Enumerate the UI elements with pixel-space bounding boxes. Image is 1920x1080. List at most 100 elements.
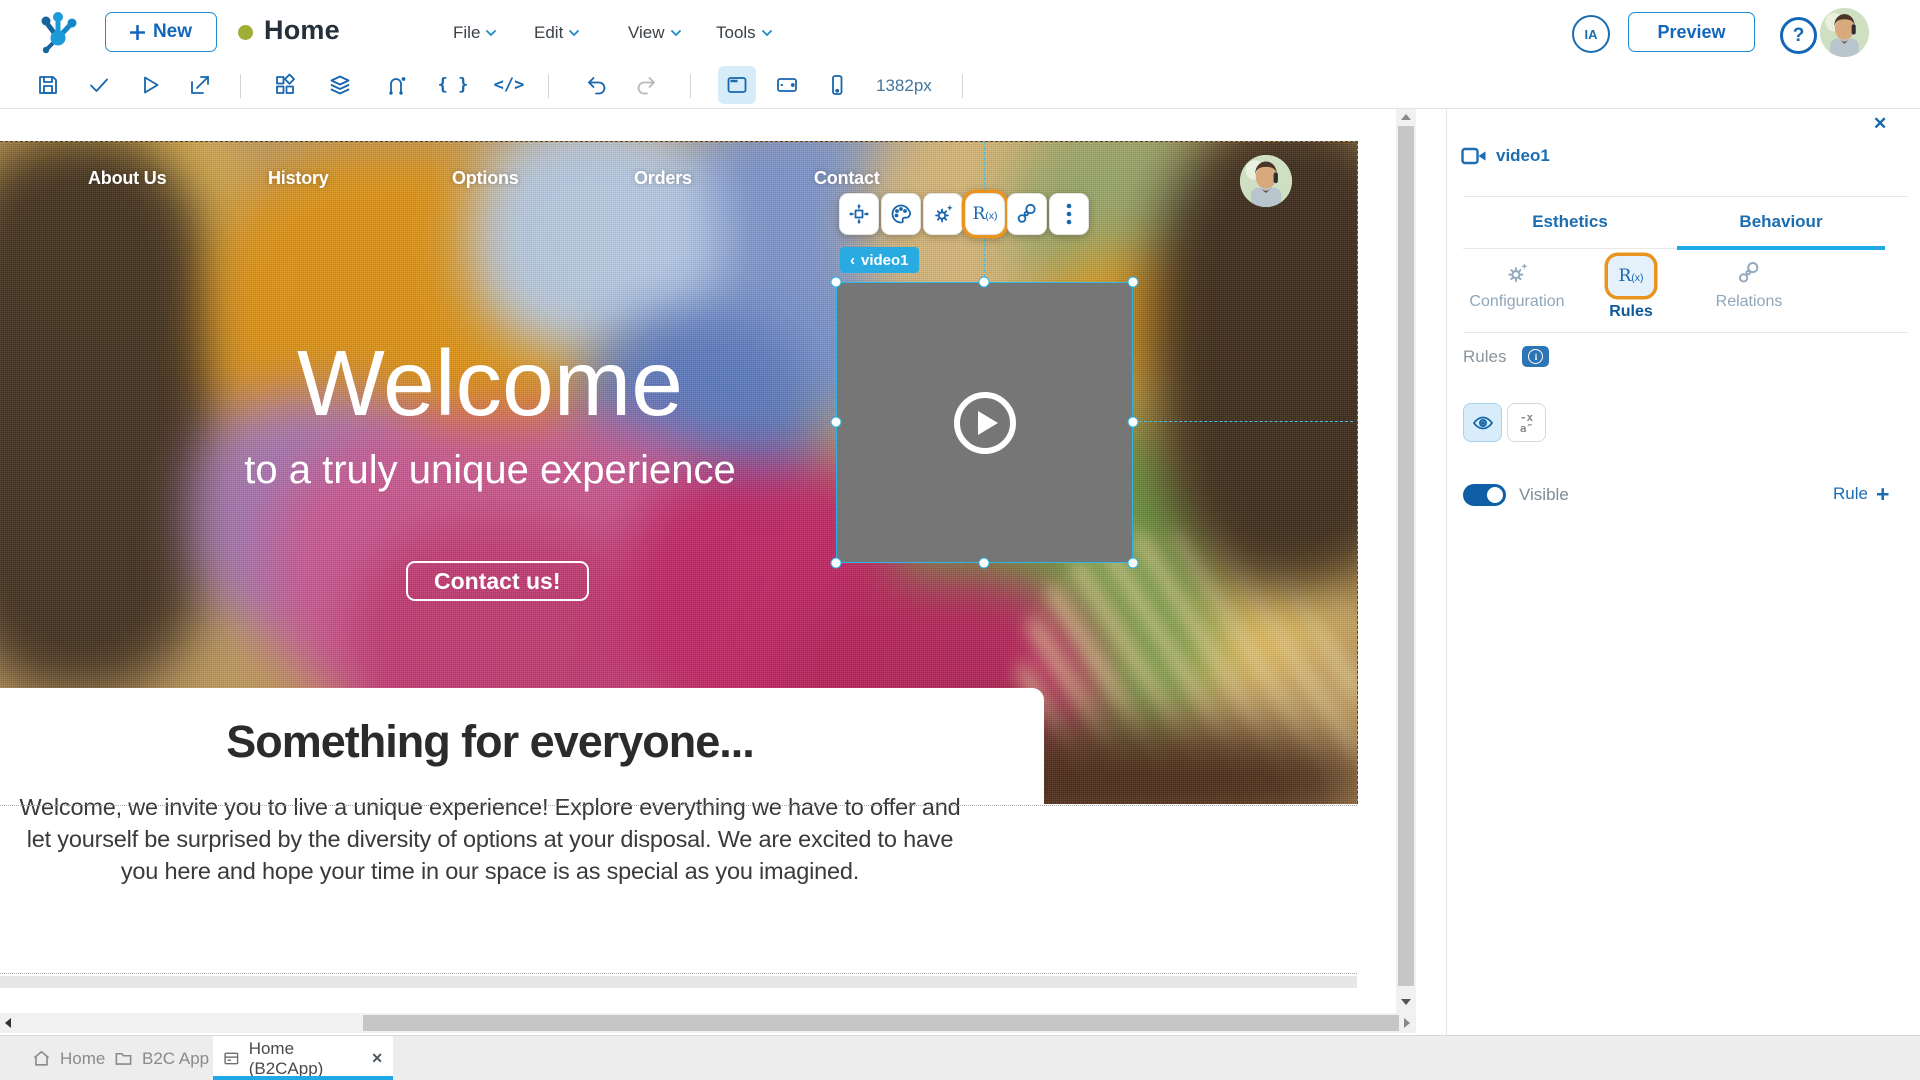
section-heading[interactable]: Something for everyone... bbox=[60, 716, 920, 768]
tab-divider bbox=[1463, 248, 1679, 249]
resize-handle-n[interactable] bbox=[979, 277, 990, 288]
play-triangle-icon bbox=[978, 411, 998, 435]
app-window: New Home File Edit View Tools IA Preview… bbox=[0, 0, 1920, 1080]
rules-info-button[interactable]: i bbox=[1522, 346, 1549, 367]
variables-button[interactable]: { } bbox=[434, 66, 472, 104]
scroll-right-arrow[interactable] bbox=[1404, 1018, 1410, 1028]
mobile-icon bbox=[825, 73, 849, 97]
horizontal-scrollbar[interactable] bbox=[0, 1013, 1416, 1033]
project-status-dot bbox=[238, 25, 253, 40]
vertical-scrollbar[interactable] bbox=[1396, 108, 1416, 1013]
site-nav-contact[interactable]: Contact bbox=[814, 168, 880, 189]
site-nav-about[interactable]: About Us bbox=[88, 168, 166, 189]
chevron-down-icon bbox=[762, 30, 772, 37]
user-avatar[interactable] bbox=[1820, 8, 1869, 57]
configuration-button[interactable] bbox=[923, 193, 963, 235]
element-guide-line bbox=[0, 805, 1357, 806]
menu-edit[interactable]: Edit bbox=[534, 23, 579, 43]
visibility-rule-button[interactable] bbox=[1463, 403, 1502, 442]
video-widget[interactable] bbox=[836, 282, 1133, 563]
scroll-left-arrow[interactable] bbox=[5, 1018, 11, 1028]
site-nav-history[interactable]: History bbox=[268, 168, 329, 189]
tab-home[interactable]: Home bbox=[22, 1036, 115, 1080]
content-section[interactable]: Something for everyone... Welcome, we in… bbox=[0, 688, 1044, 988]
document-tab-bar: Home B2C App ✕ Home (B2CApp) ✕ bbox=[0, 1035, 1920, 1080]
style-button[interactable] bbox=[881, 193, 921, 235]
add-rule-button[interactable]: Rule + bbox=[1833, 484, 1889, 504]
tab-home-label: Home bbox=[60, 1049, 105, 1069]
canvas-width-label: 1382px bbox=[876, 76, 932, 96]
tablet-view-button[interactable] bbox=[768, 66, 806, 104]
contact-us-button[interactable]: Contact us! bbox=[406, 561, 589, 601]
export-button[interactable] bbox=[181, 66, 219, 104]
menu-view-label: View bbox=[628, 23, 665, 43]
resize-handle-w[interactable] bbox=[831, 417, 842, 428]
resize-handle-s[interactable] bbox=[979, 558, 990, 569]
video-play-icon[interactable] bbox=[954, 392, 1016, 454]
site-nav-options[interactable]: Options bbox=[452, 168, 519, 189]
scroll-down-arrow[interactable] bbox=[1401, 999, 1411, 1005]
code-button[interactable]: </> bbox=[490, 66, 528, 104]
resize-handle-sw[interactable] bbox=[831, 558, 842, 569]
tab-behaviour[interactable]: Behaviour bbox=[1676, 212, 1886, 232]
menu-file[interactable]: File bbox=[453, 23, 496, 43]
avatar-photo bbox=[1820, 8, 1869, 57]
menu-view[interactable]: View bbox=[628, 23, 681, 43]
hero-title[interactable]: Welcome bbox=[160, 330, 820, 437]
section-paragraph[interactable]: Welcome, we invite you to live a unique … bbox=[10, 792, 970, 888]
subtab-rules[interactable]: R(x) Rules bbox=[1566, 256, 1696, 321]
menu-tools[interactable]: Tools bbox=[716, 23, 772, 43]
tab-close-icon[interactable]: ✕ bbox=[371, 1050, 383, 1067]
subtab-relations[interactable]: Relations bbox=[1684, 260, 1814, 311]
subtab-relations-label: Relations bbox=[1716, 293, 1783, 311]
relations-icon bbox=[1736, 260, 1762, 286]
save-button[interactable] bbox=[29, 66, 67, 104]
undo-button[interactable] bbox=[578, 66, 616, 104]
preview-button[interactable]: Preview bbox=[1628, 12, 1755, 52]
info-icon: i bbox=[1528, 349, 1543, 364]
validate-button[interactable] bbox=[80, 66, 118, 104]
help-button[interactable]: ? bbox=[1780, 17, 1817, 54]
code-icon: </> bbox=[494, 75, 525, 95]
new-button[interactable]: New bbox=[105, 12, 217, 52]
selection-tag-label: video1 bbox=[861, 252, 909, 269]
resize-handle-ne[interactable] bbox=[1128, 277, 1139, 288]
desktop-view-button[interactable] bbox=[718, 66, 756, 104]
text-rule-button[interactable]: -x a″ bbox=[1507, 403, 1546, 442]
selection-tag[interactable]: ‹ video1 bbox=[840, 247, 919, 273]
hero-subtitle[interactable]: to a truly unique experience bbox=[110, 448, 870, 493]
site-nav-avatar[interactable] bbox=[1240, 155, 1292, 207]
toolbar-separator bbox=[962, 74, 963, 98]
panel-close-button[interactable]: ✕ bbox=[1873, 114, 1887, 134]
visible-toggle[interactable] bbox=[1463, 484, 1506, 506]
site-nav-orders[interactable]: Orders bbox=[634, 168, 692, 189]
add-rule-label: Rule bbox=[1833, 484, 1868, 504]
mobile-view-button[interactable] bbox=[818, 66, 856, 104]
resize-handle-se[interactable] bbox=[1128, 558, 1139, 569]
move-button[interactable] bbox=[839, 193, 879, 235]
visible-label: Visible bbox=[1519, 485, 1569, 505]
rules-fx-icon: R(x) bbox=[972, 204, 997, 224]
redo-button[interactable] bbox=[627, 66, 665, 104]
resize-handle-e[interactable] bbox=[1128, 417, 1139, 428]
menu-edit-label: Edit bbox=[534, 23, 563, 43]
rules-header: Rules i bbox=[1463, 346, 1549, 367]
ia-badge-button[interactable]: IA bbox=[1572, 15, 1610, 53]
scroll-up-arrow[interactable] bbox=[1401, 114, 1411, 120]
vertical-scroll-thumb[interactable] bbox=[1398, 126, 1414, 986]
interactions-button[interactable] bbox=[377, 66, 415, 104]
horizontal-scroll-thumb[interactable] bbox=[363, 1015, 1399, 1031]
rules-button[interactable]: R(x) bbox=[965, 193, 1005, 235]
layers-button[interactable] bbox=[321, 66, 359, 104]
tab-home-b2capp[interactable]: Home (B2CApp) ✕ bbox=[213, 1036, 393, 1080]
resize-handle-nw[interactable] bbox=[831, 277, 842, 288]
justinmind-logo-icon[interactable] bbox=[36, 10, 80, 54]
subtab-configuration[interactable]: Configuration bbox=[1452, 260, 1582, 311]
relations-button[interactable] bbox=[1007, 193, 1047, 235]
simulate-button[interactable] bbox=[131, 66, 169, 104]
more-options-button[interactable] bbox=[1049, 193, 1089, 235]
tab-esthetics[interactable]: Esthetics bbox=[1465, 212, 1675, 232]
smart-guide-horizontal bbox=[1134, 421, 1353, 422]
rules-section-label: Rules bbox=[1463, 347, 1506, 367]
components-button[interactable] bbox=[266, 66, 304, 104]
